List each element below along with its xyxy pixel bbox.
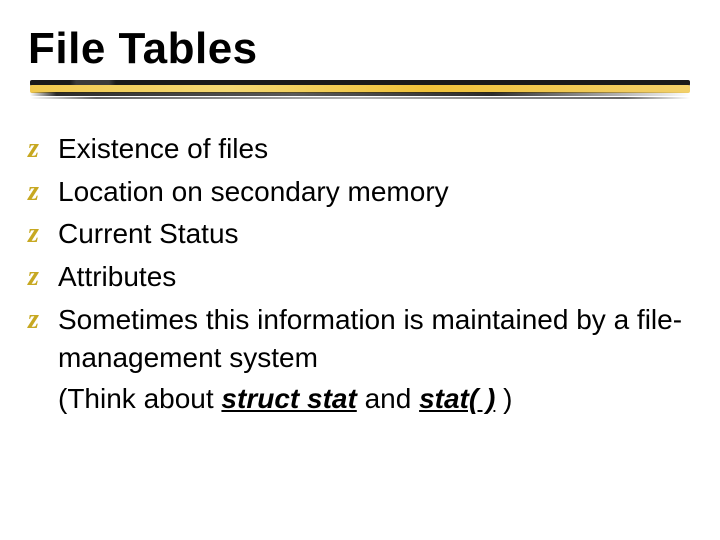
bullet-icon: z — [28, 301, 58, 340]
bullet-text: Sometimes this information is maintained… — [58, 301, 692, 419]
emphasis-stat-fn: stat( ) — [419, 383, 495, 414]
bullet-icon: z — [28, 215, 58, 254]
sub-mid: and — [357, 383, 419, 414]
sub-prefix: (Think about — [58, 383, 221, 414]
list-item: z Current Status — [28, 215, 692, 254]
title-divider — [30, 80, 690, 104]
bullet-text-main: Sometimes this information is maintained… — [58, 304, 682, 374]
bullet-list: z Existence of files z Location on secon… — [28, 130, 692, 418]
bullet-text: Location on secondary memory — [58, 173, 692, 212]
bullet-text: Current Status — [58, 215, 692, 254]
bullet-text: Attributes — [58, 258, 692, 297]
emphasis-struct-stat: struct stat — [221, 383, 356, 414]
bullet-text: Existence of files — [58, 130, 692, 169]
slide: File Tables z Existence of files z Locat… — [0, 0, 720, 540]
content-area: z Existence of files z Location on secon… — [28, 130, 692, 418]
list-item: z Existence of files — [28, 130, 692, 169]
bullet-icon: z — [28, 173, 58, 212]
list-item: z Attributes — [28, 258, 692, 297]
bullet-icon: z — [28, 258, 58, 297]
list-item: z Location on secondary memory — [28, 173, 692, 212]
bullet-icon: z — [28, 130, 58, 169]
sub-suffix: ) — [495, 383, 512, 414]
bullet-subtext: (Think about struct stat and stat( ) ) — [58, 380, 692, 419]
slide-title: File Tables — [28, 24, 692, 74]
list-item: z Sometimes this information is maintain… — [28, 301, 692, 419]
